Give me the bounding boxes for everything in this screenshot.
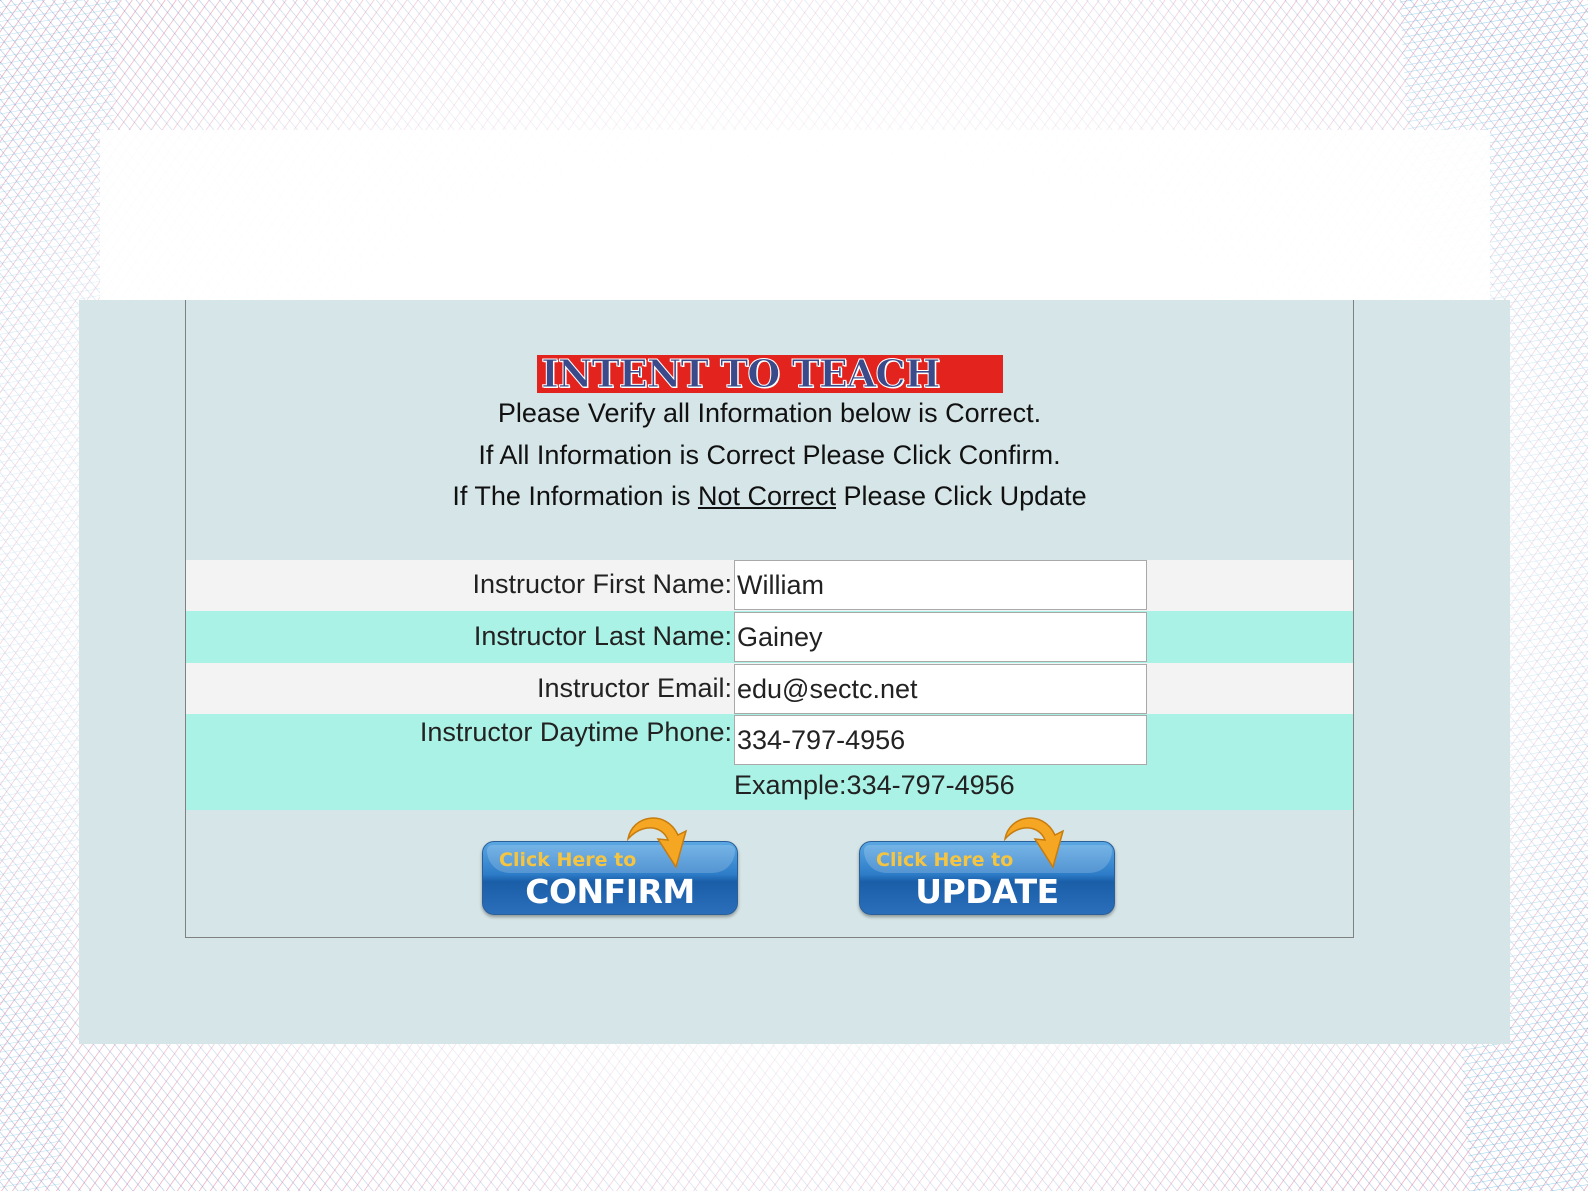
- confirm-button-body: Click Here to CONFIRM: [482, 841, 738, 915]
- instruction-line-1: Please Verify all Information below is C…: [497, 398, 1042, 428]
- update-button-label: UPDATE: [915, 872, 1059, 911]
- instruction-line-2: If All Information is Correct Please Cli…: [478, 439, 1061, 470]
- first-name-label: Instructor First Name:: [472, 569, 732, 599]
- page-title: INTENT TO TEACH: [540, 351, 940, 396]
- page-title-banner: INTENT TO TEACH: [537, 351, 1003, 396]
- phone-label: Instructor Daytime Phone:: [419, 717, 732, 747]
- email-label: Instructor Email:: [536, 673, 732, 703]
- last-name-row: Instructor Last Name:: [186, 611, 1353, 663]
- instruction-line-3: If The Information is Not Correct Please…: [186, 476, 1353, 518]
- first-name-row: Instructor First Name:: [186, 560, 1353, 611]
- instruction-line-3-suffix: Please Click Update: [836, 481, 1087, 511]
- confirm-button[interactable]: Click Here to CONFIRM: [482, 809, 740, 917]
- instruction-line-3-prefix: If The Information is: [452, 481, 698, 511]
- update-button-body: Click Here to UPDATE: [859, 841, 1115, 915]
- update-button[interactable]: Click Here to UPDATE: [859, 809, 1117, 917]
- last-name-label: Instructor Last Name:: [473, 621, 732, 651]
- phone-example-hint: Example:334-797-4956: [734, 770, 1015, 800]
- email-row: Instructor Email:: [186, 663, 1353, 714]
- curved-arrow-icon: [626, 817, 688, 869]
- main-panel: INTENT TO TEACH Please Verify all Inform…: [79, 300, 1510, 1044]
- instructions: Please Verify all Information below is C…: [186, 393, 1353, 518]
- confirm-button-small-text: Click Here to: [499, 849, 637, 871]
- curved-arrow-icon: [1003, 817, 1065, 869]
- not-correct-emphasis: Not Correct: [697, 481, 837, 511]
- form-container: INTENT TO TEACH Please Verify all Inform…: [185, 300, 1354, 938]
- phone-row: Instructor Daytime Phone: Example:334-79…: [186, 714, 1353, 810]
- last-name-field[interactable]: [734, 612, 1147, 662]
- update-button-small-text: Click Here to: [876, 849, 1014, 871]
- email-field[interactable]: [734, 664, 1147, 714]
- phone-field[interactable]: [734, 715, 1147, 765]
- confirm-button-label: CONFIRM: [525, 872, 695, 911]
- first-name-field[interactable]: [734, 560, 1147, 610]
